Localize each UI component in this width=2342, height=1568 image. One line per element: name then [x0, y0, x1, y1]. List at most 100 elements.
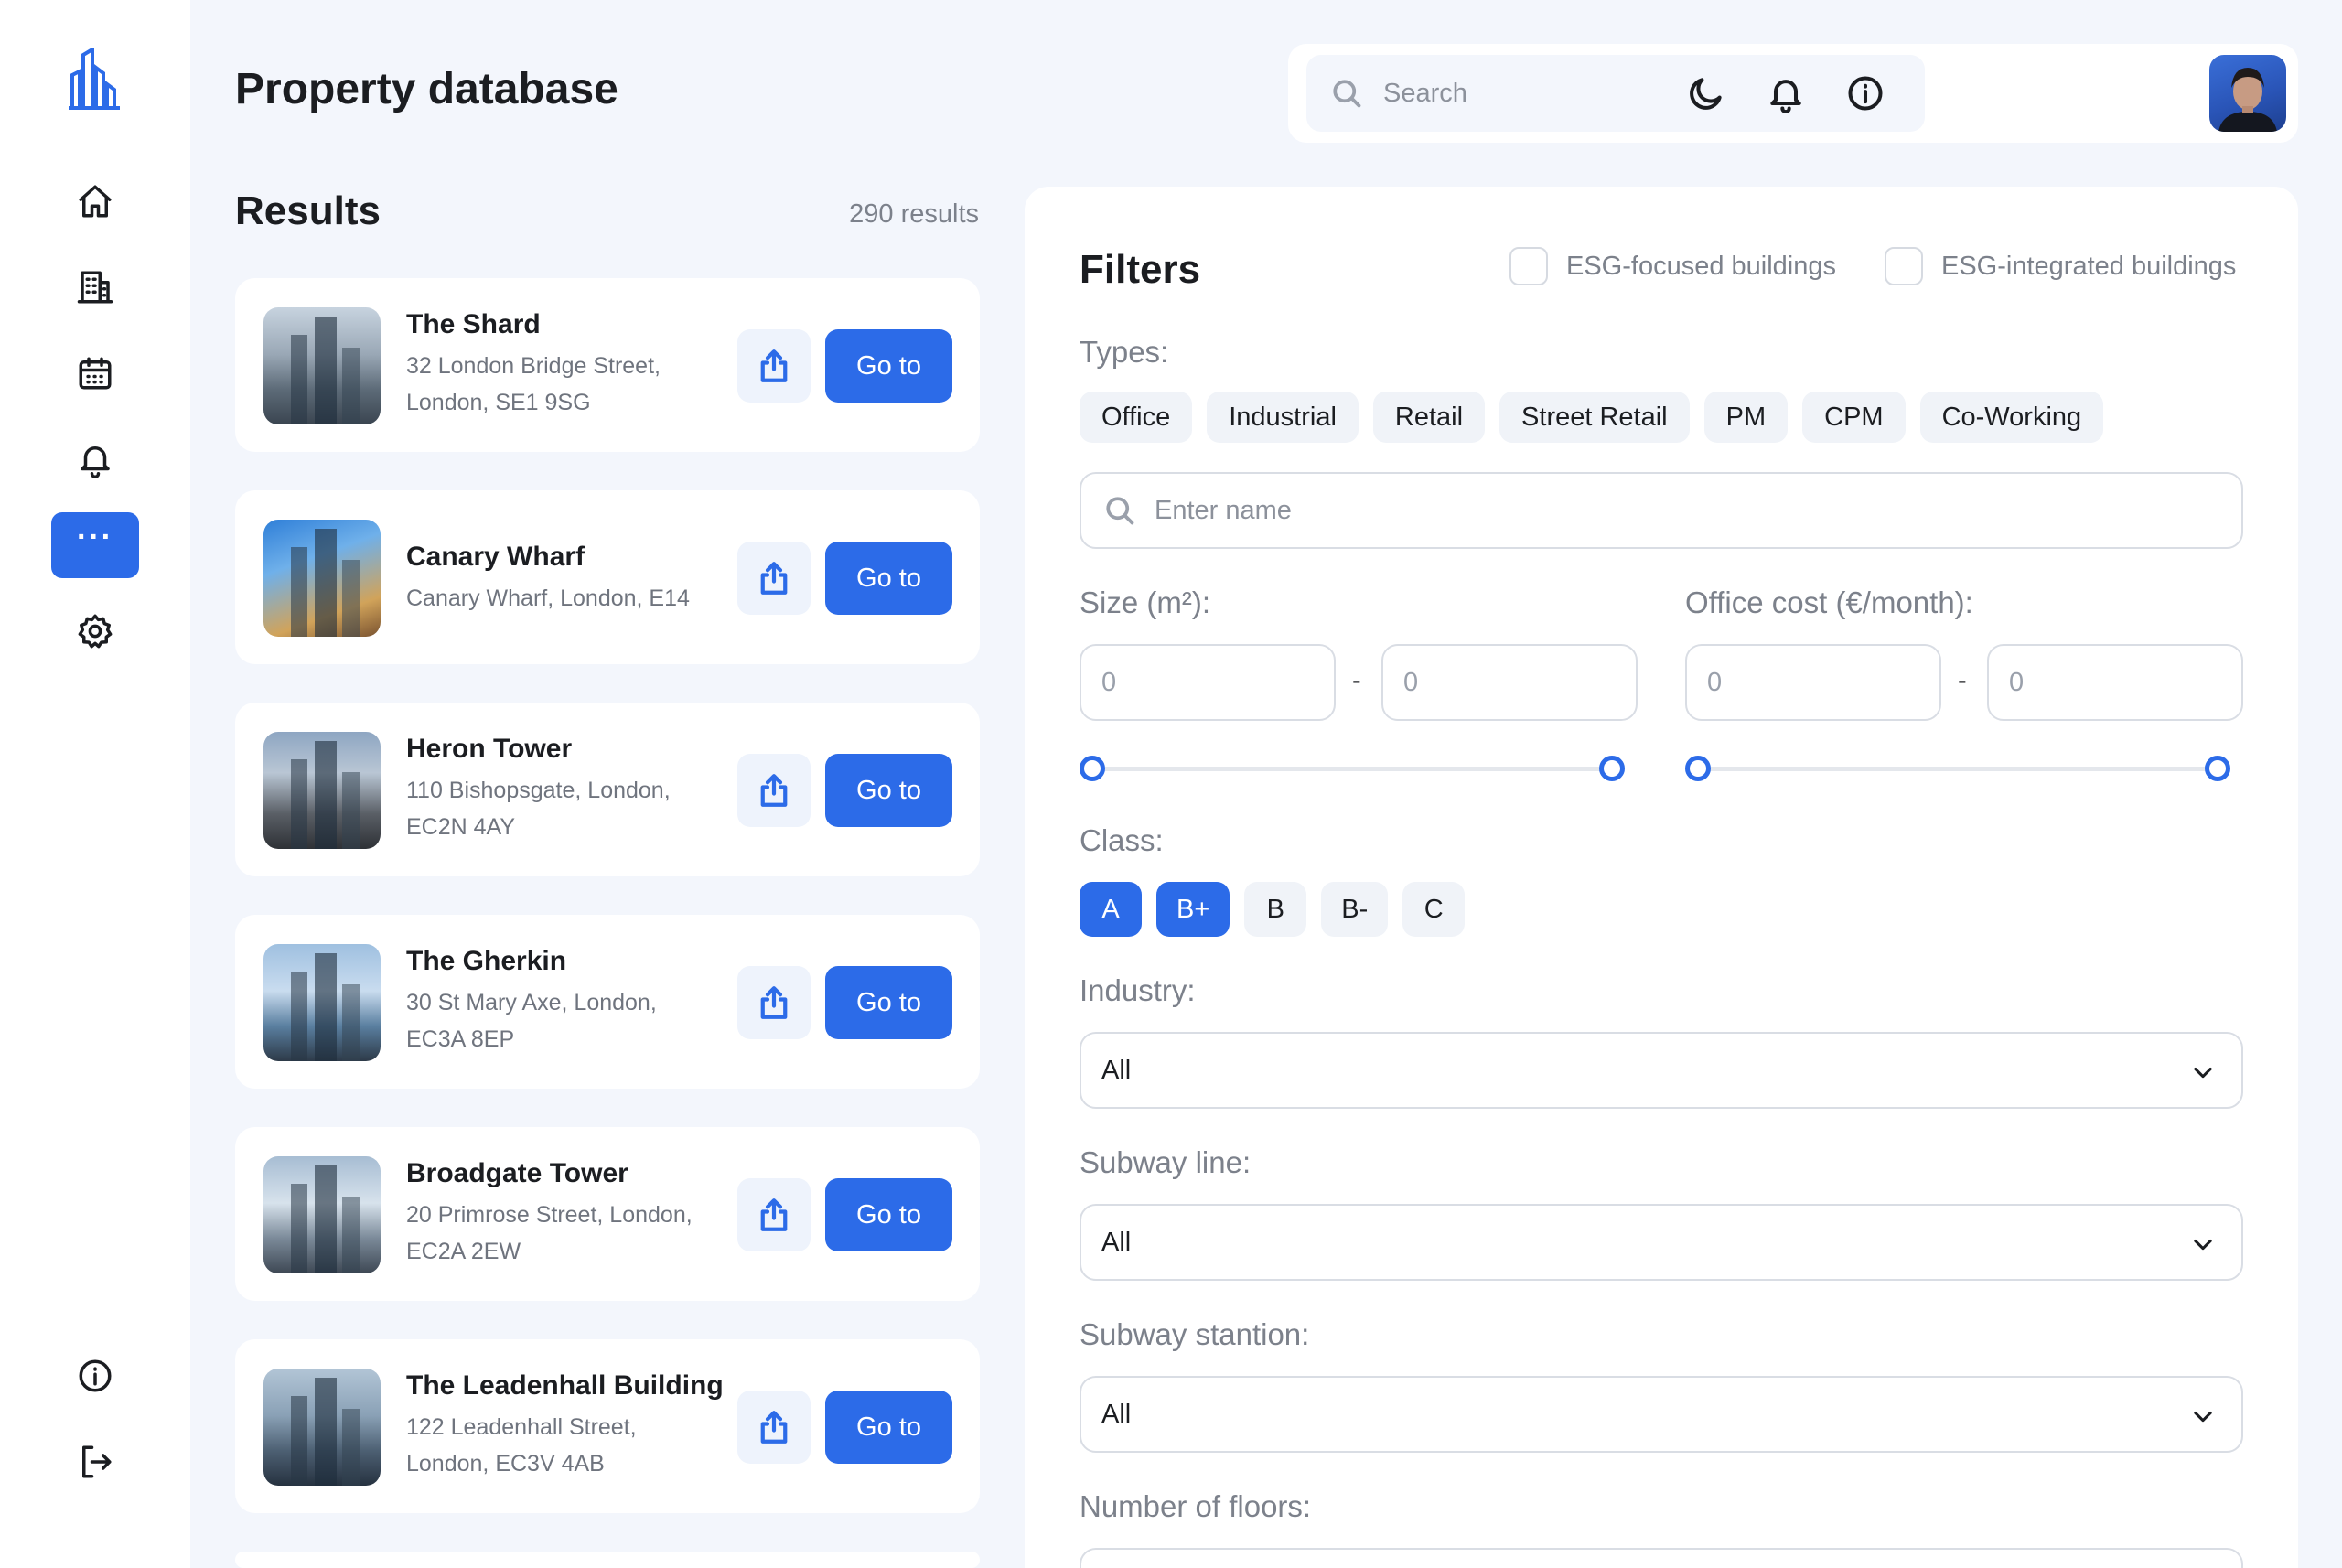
go-to-button[interactable]: Go to	[825, 329, 952, 403]
type-chip[interactable]: Office	[1080, 392, 1193, 443]
share-button[interactable]	[737, 542, 811, 615]
type-chip[interactable]: Street Retail	[1499, 392, 1690, 443]
type-chip[interactable]: Retail	[1372, 392, 1486, 443]
class-option[interactable]: A	[1080, 882, 1142, 937]
type-chip[interactable]: CPM	[1802, 392, 1906, 443]
slider-min-handle[interactable]	[1080, 756, 1105, 781]
share-button[interactable]	[737, 1391, 811, 1464]
property-name: Broadgate Tower	[406, 1158, 628, 1188]
nav-settings[interactable]	[51, 598, 139, 664]
moon-icon	[1690, 78, 1722, 110]
industry-value: All	[1101, 1055, 1132, 1085]
building-photo	[291, 317, 360, 424]
property-name: Canary Wharf	[406, 542, 586, 572]
subway-station-select[interactable]: All	[1080, 1376, 2243, 1453]
property-name: Heron Tower	[406, 734, 573, 764]
name-search[interactable]	[1080, 472, 2243, 549]
subway-line-select[interactable]: All	[1080, 1204, 2243, 1281]
result-card[interactable]: The Shard 32 London Bridge Street, Londo…	[235, 278, 980, 452]
chevron-down-icon	[2194, 1067, 2212, 1079]
share-icon	[760, 774, 788, 807]
result-card[interactable]: Canary Wharf Canary Wharf, London, E14 G…	[235, 490, 980, 664]
property-thumbnail	[263, 944, 381, 1061]
result-card[interactable]: The Leadenhall Building 122 Leadenhall S…	[235, 1339, 980, 1513]
home-icon	[79, 185, 112, 218]
result-card[interactable]	[235, 1552, 980, 1568]
avatar-image	[2218, 68, 2277, 132]
bell-icon	[81, 446, 110, 478]
property-name: The Shard	[406, 309, 541, 339]
slider-max-handle[interactable]	[2205, 756, 2230, 781]
settings-icon	[78, 614, 113, 649]
cost-dash: -	[1958, 666, 1967, 695]
result-card[interactable]: Heron Tower 110 Bishopsgate, London, EC2…	[235, 703, 980, 876]
building-photo	[291, 1165, 360, 1273]
share-button[interactable]	[737, 1178, 811, 1251]
dark-mode-toggle[interactable]	[1684, 71, 1728, 115]
name-input[interactable]	[1155, 495, 2161, 526]
class-option[interactable]: C	[1402, 882, 1466, 937]
esg-integrated-checkbox[interactable]: ESG-integrated buildings	[1885, 247, 2236, 285]
go-to-button[interactable]: Go to	[825, 1391, 952, 1464]
filters-panel: Filters ESG-focused buildings ESG-integr…	[1025, 187, 2298, 1568]
search-input[interactable]	[1383, 78, 1896, 109]
class-option[interactable]: B-	[1321, 882, 1389, 937]
floors-select[interactable]	[1080, 1548, 2243, 1568]
nav-notifications[interactable]	[51, 426, 139, 492]
notifications-button[interactable]	[1764, 71, 1808, 115]
building-photo	[291, 529, 360, 637]
type-chip[interactable]: Co-Working	[1919, 392, 2104, 443]
esg-focused-label: ESG-focused buildings	[1566, 251, 1836, 281]
share-button[interactable]	[737, 966, 811, 1039]
share-button[interactable]	[737, 754, 811, 827]
nav-home[interactable]	[51, 168, 139, 234]
esg-integrated-label: ESG-integrated buildings	[1941, 251, 2237, 281]
slider-min-handle[interactable]	[1685, 756, 1711, 781]
cost-range-slider[interactable]	[1685, 752, 2230, 785]
topbar	[1288, 44, 2298, 143]
share-icon	[760, 562, 788, 595]
go-to-button[interactable]: Go to	[825, 966, 952, 1039]
class-option[interactable]: B+	[1156, 882, 1230, 937]
search-icon	[1106, 497, 1134, 525]
go-to-button[interactable]: Go to	[825, 542, 952, 615]
industry-select[interactable]: All	[1080, 1032, 2243, 1109]
result-card[interactable]: The Gherkin 30 St Mary Axe, London, EC3A…	[235, 915, 980, 1089]
size-max-input[interactable]	[1381, 644, 1638, 721]
slider-track	[1092, 767, 1612, 771]
property-thumbnail	[263, 520, 381, 637]
nav-buildings[interactable]	[51, 254, 139, 320]
result-card[interactable]: Broadgate Tower 20 Primrose Street, Lond…	[235, 1127, 980, 1301]
share-icon	[760, 1198, 788, 1231]
search-box[interactable]	[1306, 55, 1925, 132]
chevron-down-icon	[2194, 1411, 2212, 1423]
slider-max-handle[interactable]	[1599, 756, 1625, 781]
property-address: 110 Bishopsgate, London, EC2N 4AY	[406, 778, 671, 840]
size-dash: -	[1352, 666, 1361, 695]
calendar-icon	[79, 357, 112, 390]
info-button[interactable]	[1843, 71, 1887, 115]
share-icon	[760, 1411, 788, 1444]
size-min-input[interactable]	[1080, 644, 1336, 721]
go-to-button[interactable]: Go to	[825, 754, 952, 827]
type-chip[interactable]: Industrial	[1207, 392, 1359, 443]
building-photo	[291, 953, 360, 1061]
go-to-button[interactable]: Go to	[825, 1178, 952, 1251]
checkbox-box[interactable]	[1885, 247, 1923, 285]
nav-info[interactable]	[51, 1343, 139, 1409]
cost-min-input[interactable]	[1685, 644, 1941, 721]
class-option[interactable]: B	[1244, 882, 1307, 937]
nav-more[interactable]: ···	[51, 512, 139, 578]
checkbox-box[interactable]	[1509, 247, 1548, 285]
cost-max-input[interactable]	[1987, 644, 2243, 721]
size-range-slider[interactable]	[1080, 752, 1625, 785]
esg-focused-checkbox[interactable]: ESG-focused buildings	[1509, 247, 1836, 285]
nav-logout[interactable]	[51, 1429, 139, 1495]
class-label: Class:	[1080, 823, 1164, 857]
avatar[interactable]	[2209, 55, 2286, 132]
type-chip[interactable]: PM	[1703, 392, 1789, 443]
bell-icon	[1770, 80, 1801, 113]
share-icon	[760, 986, 788, 1019]
nav-calendar[interactable]	[51, 340, 139, 406]
share-button[interactable]	[737, 329, 811, 403]
